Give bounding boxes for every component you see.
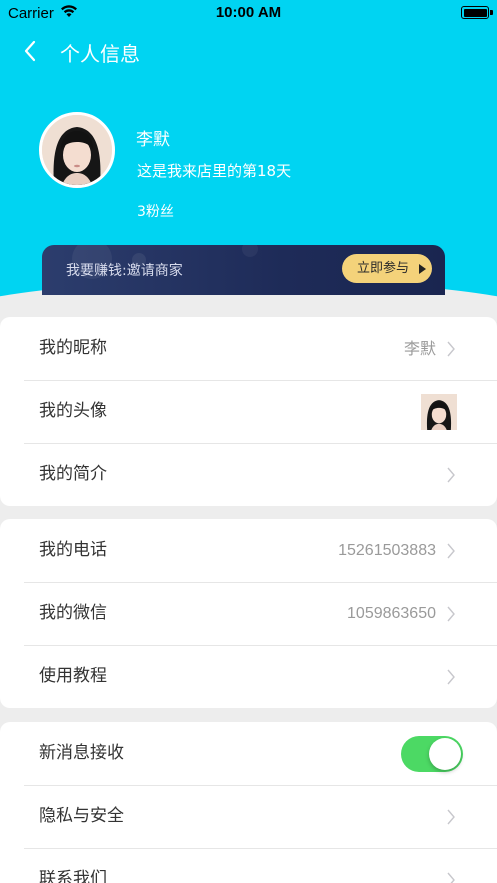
chevron-right-icon [447,341,455,357]
row-label: 我的电话 [39,540,107,560]
invite-merchant-banner[interactable]: 我要赚钱:邀请商家 立即参与 [42,245,445,295]
notifications-row: 新消息接收 [0,722,497,785]
chevron-right-icon [447,543,455,559]
nickname-row[interactable]: 我的昵称 李默 [0,317,497,380]
status-bar: Carrier 10:00 AM [0,0,497,26]
avatar[interactable] [39,112,115,188]
avatar-thumbnail[interactable] [421,394,457,430]
battery-tip [490,10,493,15]
join-now-button[interactable]: 立即参与 [342,254,432,283]
follower-count[interactable]: 3粉丝 [137,201,174,221]
profile-days: 这是我来店里的第18天 [137,162,292,180]
chevron-right-icon [447,606,455,622]
contact-info-card: 我的电话 15261503883 我的微信 1059863650 使用教程 [0,519,497,708]
avatar-photo [421,394,457,430]
row-label: 我的简介 [39,464,107,484]
row-label: 使用教程 [39,666,107,686]
row-label: 联系我们 [39,869,107,883]
join-now-label: 立即参与 [357,261,410,276]
battery-icon [461,6,489,19]
row-label: 我的昵称 [39,338,107,358]
tutorial-row[interactable]: 使用教程 [0,645,497,708]
chevron-right-icon [447,467,455,483]
row-value: 李默 [403,339,436,358]
avatar-row[interactable]: 我的头像 [0,380,497,443]
notifications-toggle[interactable] [401,736,463,772]
chevron-right-icon [447,809,455,825]
row-label: 隐私与安全 [39,806,124,826]
contact-us-row[interactable]: 联系我们 [0,848,497,883]
clock: 10:00 AM [215,4,282,21]
row-label: 我的头像 [39,401,107,421]
play-triangle-icon [419,264,426,274]
banner-text: 我要赚钱:邀请商家 [66,263,183,279]
chevron-right-icon [447,669,455,685]
toggle-knob [429,738,461,770]
banner-decoration [242,245,258,257]
profile-name: 李默 [136,130,170,150]
avatar-photo [42,115,112,185]
row-value: 15261503883 [338,542,436,559]
wechat-row[interactable]: 我的微信 1059863650 [0,582,497,645]
settings-card: 新消息接收 隐私与安全 联系我们 [0,722,497,883]
phone-row[interactable]: 我的电话 15261503883 [0,519,497,582]
row-value: 1059863650 [347,605,436,622]
row-label: 新消息接收 [39,743,124,763]
bio-row[interactable]: 我的简介 [0,443,497,506]
chevron-right-icon [447,872,455,883]
privacy-row[interactable]: 隐私与安全 [0,785,497,848]
row-label: 我的微信 [39,603,107,623]
page-title: 个人信息 [60,42,140,66]
chevron-left-icon[interactable] [20,38,44,64]
profile-info-card: 我的昵称 李默 我的头像 我的简介 [0,317,497,506]
